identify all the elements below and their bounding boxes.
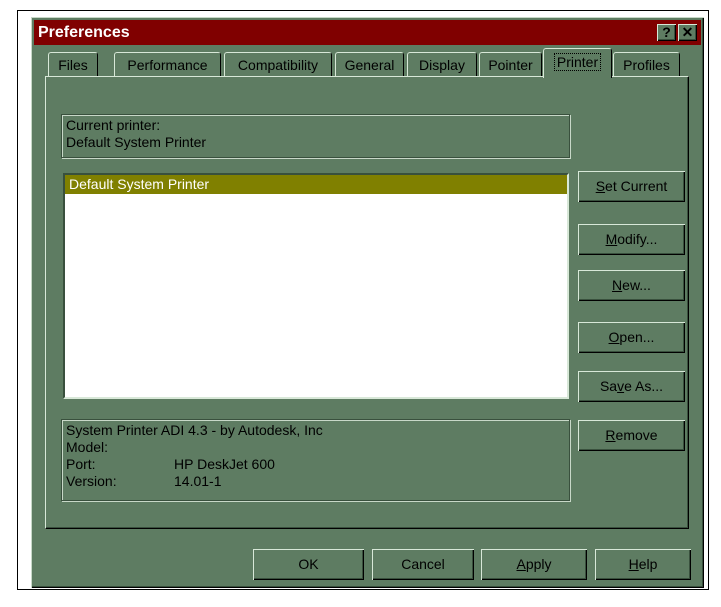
version-row: Version: 14.01-1 (66, 473, 565, 490)
open-button[interactable]: Open... (578, 322, 685, 353)
current-printer-box: Current printer: Default System Printer (61, 114, 570, 158)
list-item[interactable]: Default System Printer (65, 175, 567, 194)
remove-button[interactable]: Remove (578, 420, 685, 451)
cancel-button[interactable]: Cancel (372, 549, 474, 580)
new-button[interactable]: New... (578, 270, 685, 301)
printer-info-box: System Printer ADI 4.3 - by Autodesk, In… (61, 419, 570, 501)
modify-button[interactable]: Modify... (578, 224, 685, 255)
tab-pointer[interactable]: Pointer (479, 52, 542, 77)
port-label: Port: (66, 456, 96, 472)
printer-driver: System Printer ADI 4.3 - by Autodesk, In… (66, 422, 323, 438)
close-icon[interactable]: ✕ (678, 24, 697, 41)
tab-files[interactable]: Files (48, 52, 98, 77)
title-bar[interactable]: Preferences ? ✕ (34, 20, 701, 45)
current-printer-label: Current printer: (66, 117, 161, 133)
current-printer-value: Default System Printer (66, 134, 207, 150)
ok-button[interactable]: OK (253, 549, 364, 580)
save-as-button[interactable]: Save As... (578, 371, 685, 402)
tab-profiles[interactable]: Profiles (613, 52, 680, 77)
version-value: 14.01-1 (174, 473, 222, 489)
set-current-button[interactable]: Set Current (578, 171, 685, 202)
printer-listbox[interactable]: Default System Printer (63, 173, 569, 399)
tab-display[interactable]: Display (407, 52, 477, 77)
port-value: HP DeskJet 600 (174, 456, 275, 472)
model-label: Model: (66, 439, 109, 455)
port-row: Port: HP DeskJet 600 (66, 456, 565, 473)
help-button[interactable]: Help (595, 549, 691, 580)
tab-compatibility[interactable]: Compatibility (224, 52, 332, 77)
tab-performance[interactable]: Performance (114, 52, 221, 77)
help-icon[interactable]: ? (657, 24, 676, 41)
tab-general[interactable]: General (335, 52, 404, 77)
apply-button[interactable]: Apply (481, 549, 587, 580)
version-label: Version: (66, 473, 117, 489)
window-title: Preferences (38, 24, 130, 41)
tab-printer[interactable]: Printer (543, 48, 612, 78)
model-row: Model: (66, 439, 565, 456)
